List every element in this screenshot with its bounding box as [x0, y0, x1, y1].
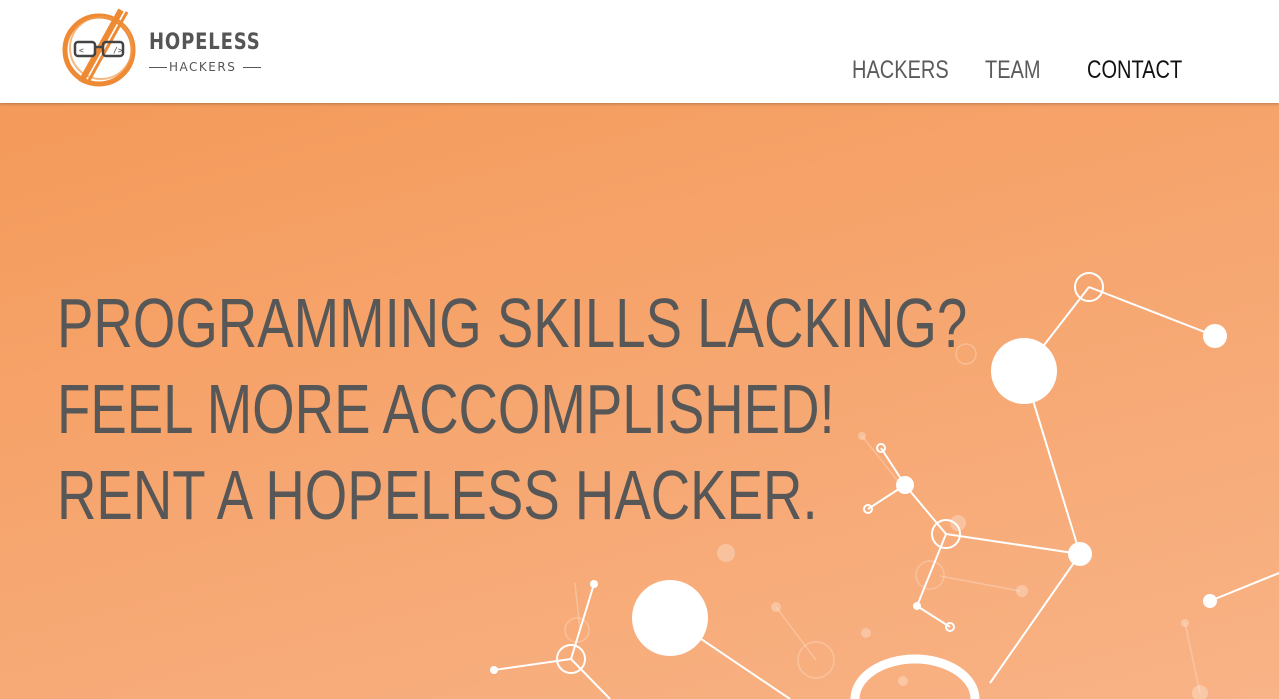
svg-text:<: <	[79, 46, 84, 55]
main-nav: HACKERS TEAM CONTACT	[0, 56, 1279, 86]
logo-name-primary: HOPELESS	[149, 30, 261, 55]
headline-line-1: PROGRAMMING SKILLS LACKING?	[57, 284, 968, 362]
headline-line-3: RENT A HOPELESS HACKER.	[57, 456, 818, 534]
hero-headline: PROGRAMMING SKILLS LACKING? FEEL MORE AC…	[57, 280, 967, 538]
headline-line-2: FEEL MORE ACCOMPLISHED!	[57, 370, 835, 448]
nav-item-hackers[interactable]: HACKERS	[852, 56, 949, 85]
site-header: < /> HOPELESS HACKERS HACKERS TEAM CONTA…	[0, 0, 1279, 103]
svg-text:/>: />	[113, 46, 123, 55]
nav-item-team[interactable]: TEAM	[985, 56, 1041, 85]
hero-section: PROGRAMMING SKILLS LACKING? FEEL MORE AC…	[0, 103, 1279, 699]
nav-item-contact[interactable]: CONTACT	[1087, 56, 1182, 85]
